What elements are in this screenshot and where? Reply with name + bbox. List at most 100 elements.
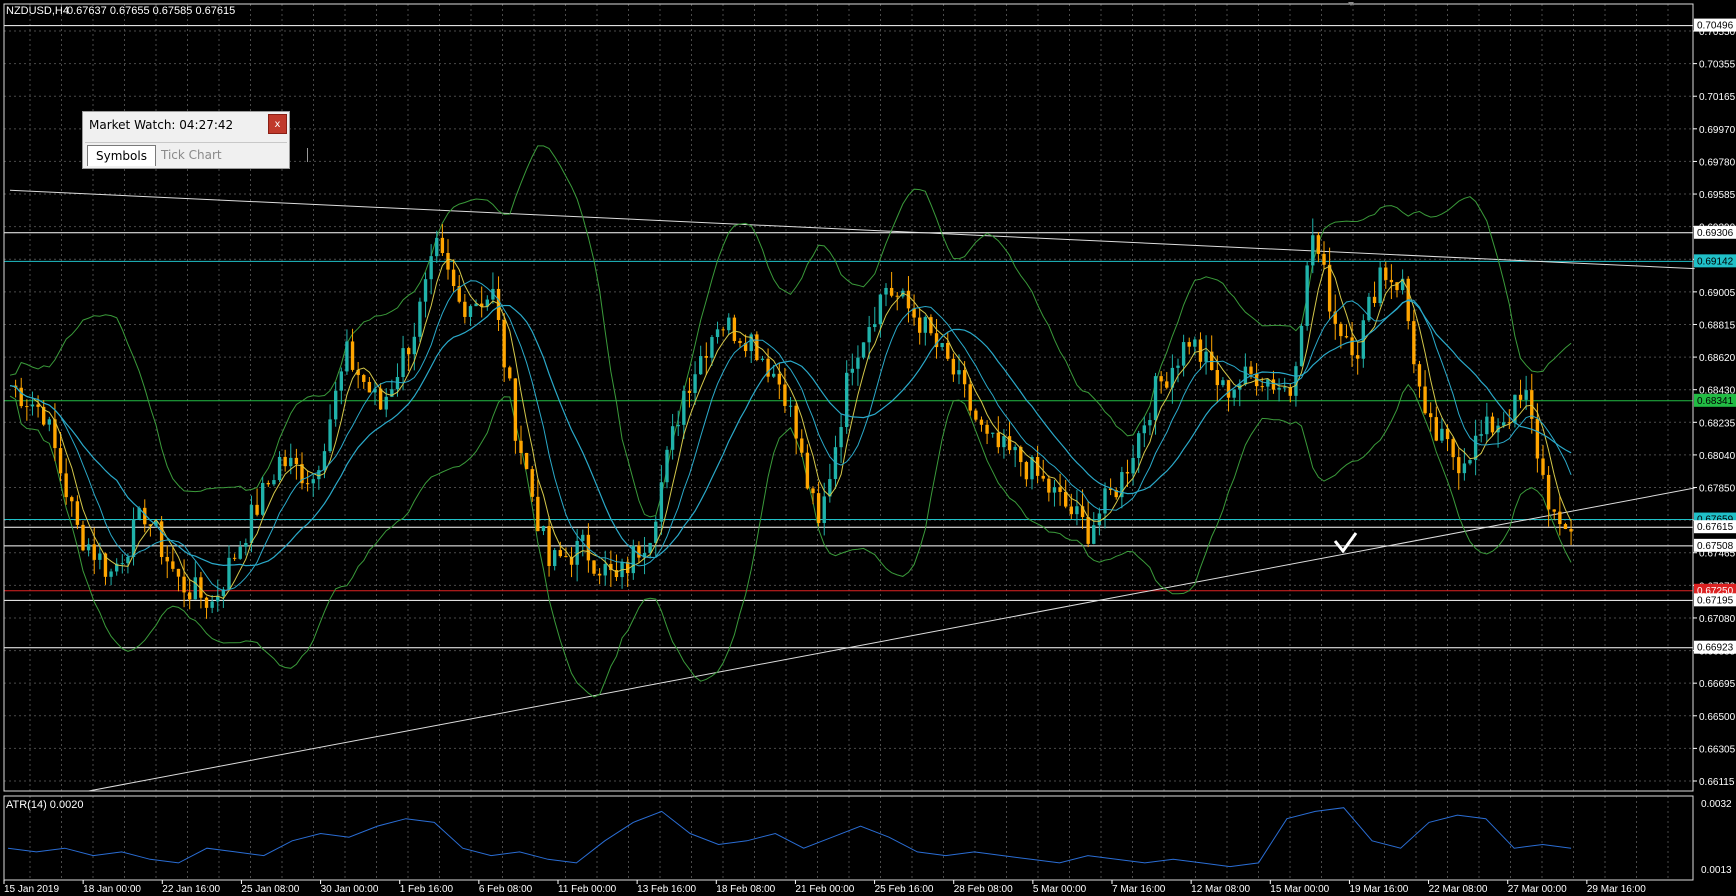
candle-body (923, 317, 927, 333)
candle-body (451, 269, 456, 287)
price-tick-label: 0.68040 (1699, 451, 1736, 462)
atr-axis-top-label: 0.0032 (1701, 799, 1732, 810)
candle-body (1451, 439, 1455, 458)
candle-body (1434, 417, 1438, 441)
candle-body (878, 294, 883, 325)
candle-body (70, 497, 74, 502)
candle-body (1479, 434, 1483, 436)
atr-axis-bottom-label: 0.0013 (1701, 865, 1732, 876)
candle-body (547, 526, 551, 567)
candle-body (204, 597, 209, 608)
candle-body (968, 384, 972, 411)
candle-body (1412, 321, 1416, 365)
tab-symbols[interactable]: Symbols (87, 145, 156, 166)
candle-body (418, 301, 422, 337)
candle-body (1137, 433, 1141, 458)
candle-body (693, 374, 697, 393)
candle-body (384, 396, 388, 410)
candle-body (1429, 413, 1433, 418)
candle-body (1350, 337, 1354, 356)
candle-body (513, 378, 518, 441)
candle-body (1462, 463, 1467, 474)
candle-body (86, 544, 91, 551)
candle-body (345, 341, 349, 372)
candle-body (1249, 366, 1253, 374)
candle-body (1221, 380, 1225, 386)
candle-body (1569, 529, 1573, 532)
candle-body (378, 388, 383, 410)
candle-body (1064, 491, 1068, 507)
candle-body (811, 488, 815, 494)
candle-body (710, 337, 714, 358)
candle-body (272, 480, 276, 485)
candle-body (524, 452, 529, 470)
candle-body (446, 253, 450, 270)
candle-body (895, 295, 899, 297)
close-button[interactable]: x (268, 114, 287, 134)
candle-body (1502, 422, 1506, 426)
candle-body (47, 419, 51, 425)
candle-body (176, 568, 181, 577)
candle-body (732, 317, 737, 341)
candle-body (19, 387, 23, 407)
candle-body (350, 341, 355, 370)
time-tick-label: 29 Mar 16:00 (1587, 884, 1646, 895)
candle-body (249, 504, 254, 544)
candle-body (940, 342, 944, 348)
price-axis: 0.705500.703550.701650.699700.697800.695… (1693, 18, 1736, 788)
candle-body (1356, 355, 1360, 359)
candle-body (1165, 381, 1169, 388)
candle-body (536, 496, 540, 532)
candle-body (676, 424, 680, 427)
candle-body (266, 482, 270, 485)
price-tick-label: 0.69585 (1699, 190, 1736, 201)
candle-body (592, 560, 596, 574)
candle-body (856, 357, 860, 369)
time-tick-label: 12 Mar 08:00 (1191, 884, 1250, 895)
candle-body (553, 550, 557, 567)
candle-body (839, 427, 843, 448)
candle-body (1311, 235, 1315, 266)
candle-body (794, 405, 798, 439)
candle-body (367, 381, 372, 393)
price-tick-label: 0.69005 (1699, 288, 1736, 299)
time-tick-label: 22 Jan 16:00 (162, 884, 220, 895)
candle-body (721, 329, 725, 331)
tab-tick-chart[interactable]: Tick Chart (153, 145, 230, 165)
level-badge-label: 0.66923 (1697, 643, 1734, 654)
candle-body (277, 456, 282, 481)
candle-body (1131, 457, 1135, 474)
candle-body (1176, 365, 1180, 368)
price-tick-label: 0.69970 (1699, 125, 1736, 136)
candle-body (1232, 389, 1236, 398)
candle-body (687, 390, 692, 393)
level-badge-label: 0.69142 (1697, 256, 1734, 267)
candle-body (407, 348, 411, 355)
candle-body (951, 358, 956, 375)
time-tick-label: 27 Mar 00:00 (1508, 884, 1567, 895)
market-watch-panel[interactable]: Market Watch: 04:27:42 x Symbols Tick Ch… (82, 111, 308, 169)
lower-trendline (88, 487, 1695, 792)
candle-body (255, 504, 259, 515)
candle-body (906, 290, 911, 309)
candle-body (1322, 253, 1326, 265)
level-badge-label: 0.70496 (1697, 21, 1734, 32)
candle-body (957, 370, 961, 375)
candle-body (1041, 475, 1045, 479)
candlesticks (13, 218, 1573, 619)
candle-body (884, 287, 888, 295)
candle-body (985, 424, 989, 434)
candle-body (665, 449, 669, 483)
candle-body (81, 524, 85, 551)
candle-body (889, 287, 894, 296)
time-tick-label: 28 Feb 08:00 (954, 884, 1013, 895)
candle-body (659, 482, 664, 522)
candle-body (1148, 420, 1152, 426)
candle-body (92, 544, 96, 560)
candle-body (36, 404, 40, 407)
candle-body (182, 576, 186, 593)
candle-body (1153, 376, 1158, 421)
candle-body (463, 301, 467, 317)
candle-body (519, 440, 523, 453)
candle-body (261, 482, 265, 515)
